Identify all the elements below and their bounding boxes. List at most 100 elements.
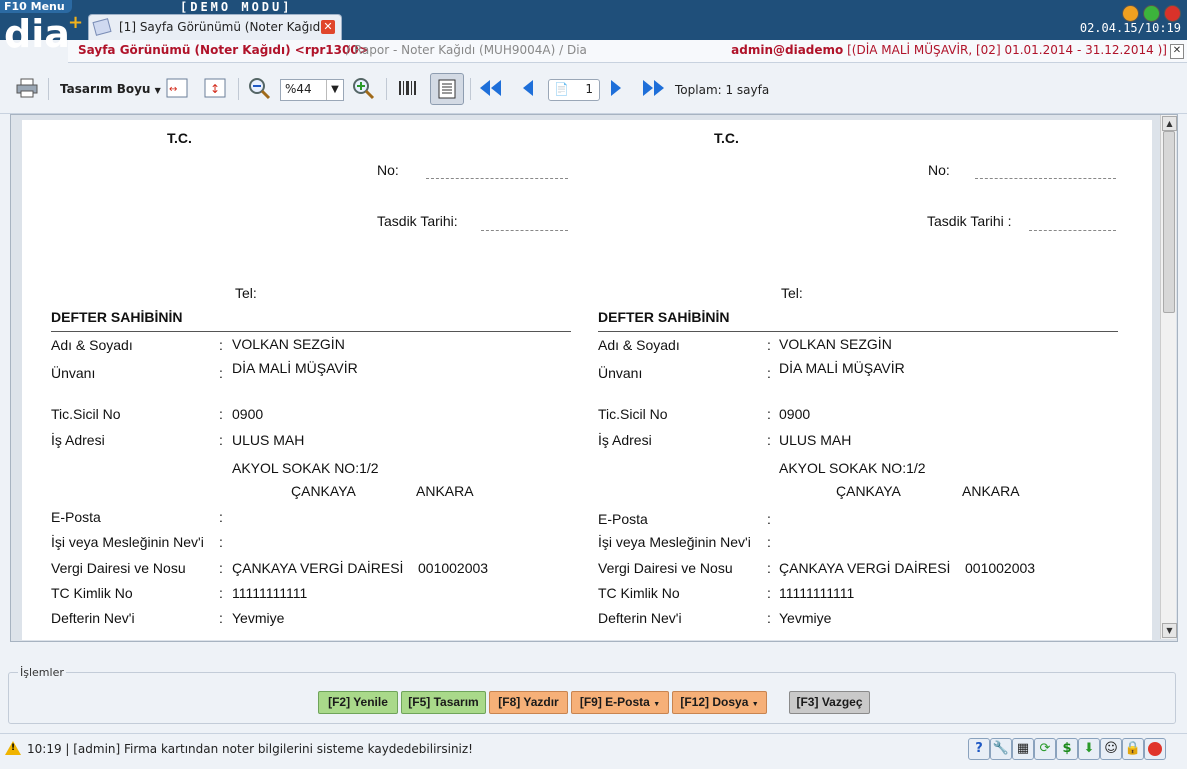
tab-close-icon[interactable]: ✕ xyxy=(321,20,335,34)
fit-height-icon[interactable]: ↕ xyxy=(203,76,227,100)
value-unvani: DİA MALİ MÜŞAVİR xyxy=(232,360,358,376)
design-button[interactable]: [F5] Tasarım xyxy=(401,691,486,714)
chevron-down-icon[interactable]: ▼ xyxy=(326,80,343,100)
section-rule xyxy=(598,331,1118,332)
colon: : xyxy=(767,406,771,422)
label-e-posta: E-Posta xyxy=(51,509,101,525)
report-page: T.C. No: Tasdik Tarihi: Tel: DEFTER SAHİ… xyxy=(22,120,1152,640)
actions-group-label: İşlemler xyxy=(18,666,66,679)
tel-label: Tel: xyxy=(235,285,257,301)
no-line xyxy=(426,178,568,179)
help-icon[interactable]: ? xyxy=(968,738,990,760)
design-size-label: Tasarım Boyu xyxy=(60,82,151,96)
colon: : xyxy=(219,432,223,448)
user-company-info: admin@diademo [(DİA MALİ MÜŞAVİR, [02] 0… xyxy=(731,43,1167,57)
left-copy: T.C. No: Tasdik Tarihi: Tel: DEFTER SAHİ… xyxy=(22,120,582,640)
breadcrumb-current[interactable]: Sayfa Görünümü (Noter Kağıdı) <rpr1300> xyxy=(78,43,369,57)
label-meslek: İşi veya Mesleğinin Nev'i xyxy=(598,534,751,550)
zoom-select[interactable]: %44 ▼ xyxy=(280,79,344,101)
refresh-button[interactable]: [F2] Yenile xyxy=(318,691,398,714)
next-page-icon[interactable] xyxy=(604,76,628,100)
colon: : xyxy=(219,337,223,353)
download-icon[interactable]: ⬇ xyxy=(1078,738,1100,760)
file-button[interactable]: [F12] Dosya ▼ xyxy=(672,691,767,714)
cancel-button[interactable]: [F3] Vazgeç xyxy=(789,691,870,714)
printer-icon[interactable] xyxy=(15,76,39,100)
value-adi-soyadi: VOLKAN SEZGİN xyxy=(232,336,345,352)
email-button[interactable]: [F9] E-Posta ▼ xyxy=(571,691,669,714)
last-page-icon[interactable] xyxy=(640,76,664,100)
first-page-icon[interactable] xyxy=(478,76,502,100)
breadcrumb-path[interactable]: / Rapor - Noter Kağıdı (MUH9004A) / Dia xyxy=(346,43,587,57)
right-copy: T.C. No: Tasdik Tarihi : Tel: DEFTER SAH… xyxy=(569,120,1129,640)
total-pages-label: Toplam: 1 sayfa xyxy=(675,83,770,97)
colon: : xyxy=(767,610,771,626)
scroll-down-icon[interactable]: ▼ xyxy=(1162,623,1177,638)
label-unvani: Ünvanı xyxy=(51,365,96,381)
colon: : xyxy=(219,509,223,525)
page-number-input[interactable]: 📄 1 xyxy=(548,79,600,101)
sync-icon[interactable]: ⟳ xyxy=(1034,738,1056,760)
value-vergi-no: 001002003 xyxy=(418,560,489,576)
date-time-display: 02.04.15/10:19 xyxy=(1079,21,1181,35)
address-city: ANKARA xyxy=(416,483,474,499)
maximize-window-icon[interactable] xyxy=(1143,5,1160,22)
tools-icon[interactable]: 🔧 xyxy=(990,738,1012,760)
design-size-dropdown[interactable]: Tasarım Boyu ▼ xyxy=(60,82,161,96)
colon: : xyxy=(767,432,771,448)
tasdik-label: Tasdik Tarihi: xyxy=(377,213,458,229)
label-defter-nevi: Defterin Nev'i xyxy=(51,610,135,626)
section-title: DEFTER SAHİBİNİN xyxy=(51,309,183,325)
minimize-window-icon[interactable] xyxy=(1122,5,1139,22)
label-defter-nevi: Defterin Nev'i xyxy=(598,610,682,626)
colon: : xyxy=(767,365,771,381)
calculator-icon[interactable]: ▦ xyxy=(1012,738,1034,760)
colon: : xyxy=(219,560,223,576)
label-unvani: Ünvanı xyxy=(598,365,643,381)
smiley-icon[interactable]: ☺ xyxy=(1100,738,1122,760)
label-adi-soyadi: Adı & Soyadı xyxy=(598,337,680,353)
breadcrumb-close-icon[interactable]: ✕ xyxy=(1170,44,1184,59)
exit-icon[interactable] xyxy=(1144,738,1166,760)
svg-text:↕: ↕ xyxy=(210,82,220,96)
colon: : xyxy=(767,534,771,550)
tab-sayfa-gorunumu[interactable]: [1] Sayfa Görünümü (Noter Kağıdı) ✕ xyxy=(88,14,342,40)
label-vergi-dairesi: Vergi Dairesi ve Nosu xyxy=(51,560,186,576)
address-line-2: AKYOL SOKAK NO:1/2 xyxy=(232,460,379,476)
value-is-adresi: ULUS MAH xyxy=(232,432,305,448)
fit-width-icon[interactable]: ↔ xyxy=(165,76,189,100)
barcode-icon[interactable] xyxy=(396,76,420,100)
user-name: admin@diademo xyxy=(731,43,844,57)
vertical-scrollbar[interactable]: ▲ ▼ xyxy=(1160,115,1177,639)
status-message: 10:19 | [admin] Firma kartından noter bi… xyxy=(27,742,473,756)
scroll-up-icon[interactable]: ▲ xyxy=(1162,116,1177,131)
page-view-icon[interactable] xyxy=(430,73,464,105)
section-rule xyxy=(51,331,571,332)
zoom-in-icon[interactable] xyxy=(351,76,375,100)
lock-icon[interactable]: 🔒 xyxy=(1122,738,1144,760)
zoom-out-icon[interactable] xyxy=(247,76,271,100)
toolbar-separator xyxy=(48,78,49,100)
section-title: DEFTER SAHİBİNİN xyxy=(598,309,730,325)
value-vergi-dairesi: ÇANKAYA VERGİ DAİRESİ xyxy=(232,560,404,576)
value-vergi-dairesi: ÇANKAYA VERGİ DAİRESİ xyxy=(779,560,951,576)
new-tab-plus-icon[interactable]: + xyxy=(68,14,83,32)
previous-page-icon[interactable] xyxy=(516,76,540,100)
page-tab-icon xyxy=(92,18,112,36)
close-window-icon[interactable] xyxy=(1164,5,1181,22)
label-is-adresi: İş Adresi xyxy=(598,432,652,448)
page-icon: 📄 xyxy=(554,82,569,96)
toolbar-separator xyxy=(238,78,239,100)
colon: : xyxy=(219,365,223,381)
label-e-posta: E-Posta xyxy=(598,511,648,527)
currency-icon[interactable]: $ xyxy=(1056,738,1078,760)
print-button[interactable]: [F8] Yazdır xyxy=(489,691,568,714)
zoom-value: %44 xyxy=(285,82,312,96)
value-vergi-no: 001002003 xyxy=(965,560,1036,576)
svg-text:↔: ↔ xyxy=(169,84,177,95)
scroll-thumb[interactable] xyxy=(1163,131,1175,313)
label-tc-kimlik: TC Kimlik No xyxy=(598,585,680,601)
label-meslek: İşi veya Mesleğinin Nev'i xyxy=(51,534,204,550)
address-district: ÇANKAYA xyxy=(291,483,356,499)
tel-label: Tel: xyxy=(781,285,803,301)
